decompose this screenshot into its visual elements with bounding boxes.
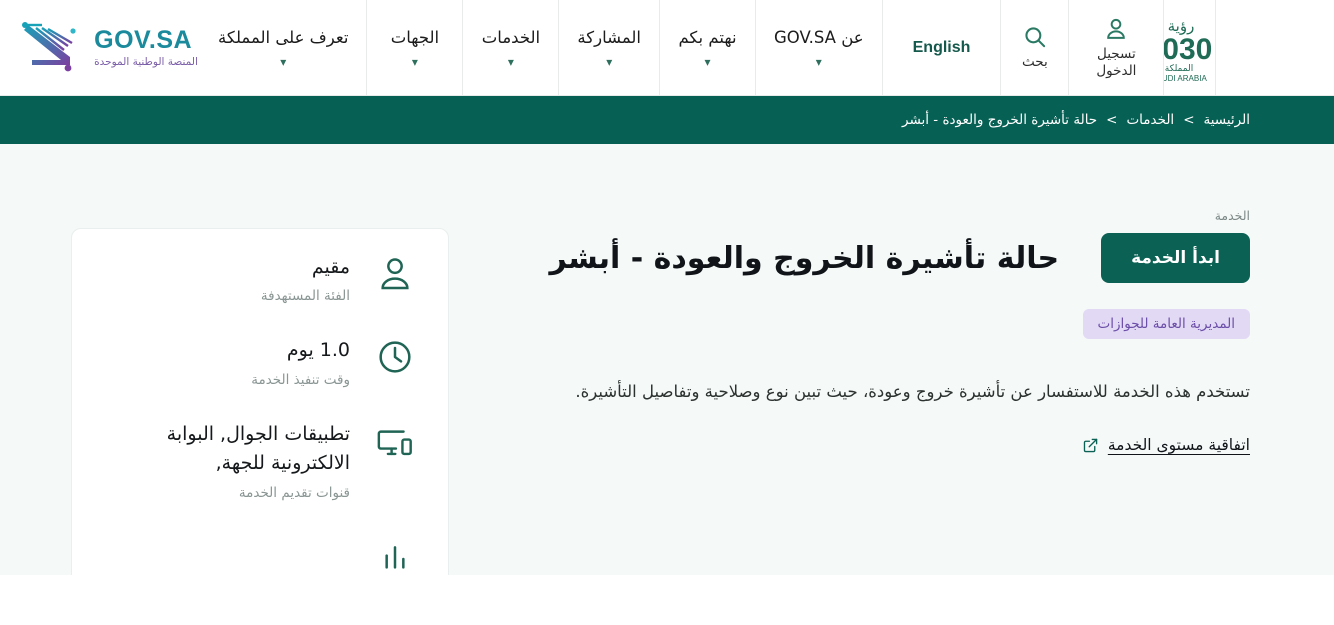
info-row-target-audience: مقيم الفئة المستهدفة — [102, 251, 418, 304]
service-detail: الخدمة ابدأ الخدمة حالة تأشيرة الخروج وا… — [550, 208, 1250, 454]
sla-row[interactable]: اتفاقية مستوى الخدمة — [560, 436, 1250, 454]
user-icon — [1107, 18, 1126, 39]
svg-text:المملكة: المملكة — [1165, 64, 1193, 74]
page-title: حالة تأشيرة الخروج والعودة - أبشر — [549, 240, 1060, 276]
agency-badge-row: المديرية العامة للجوازات — [560, 309, 1250, 339]
info-text: مقيم الفئة المستهدفة — [102, 251, 350, 304]
info-text: 1.0 يوم وقت تنفيذ الخدمة — [102, 334, 350, 387]
breadcrumb-separator: > — [1183, 112, 1195, 128]
breadcrumb-separator: > — [1106, 112, 1118, 128]
chevron-down-icon: ▾ — [606, 54, 613, 69]
service-eyebrow: الخدمة — [1214, 208, 1250, 223]
info-label: الفئة المستهدفة — [260, 288, 350, 305]
sla-link[interactable]: اتفاقية مستوى الخدمة — [1108, 436, 1250, 454]
login-label: تسجيل الدخول — [1096, 45, 1137, 79]
login-button[interactable]: تسجيل الدخول — [1069, 0, 1165, 95]
info-row-partial — [102, 531, 418, 577]
info-value: 1.0 يوم — [286, 339, 350, 362]
chevron-down-icon: ▾ — [704, 54, 711, 69]
nav-item-we-care[interactable]: نهتم بكم ▾ — [660, 0, 756, 95]
devices-icon — [372, 418, 418, 464]
site-header: GOV.SA المنصة الوطنية الموحدة تعرف على ا… — [0, 0, 1334, 96]
search-icon — [1025, 27, 1046, 48]
nav-label: عن GOV.SA — [774, 27, 864, 47]
service-info-card: مقيم الفئة المستهدفة 1.0 يوم وقت تنفيذ ا… — [71, 228, 449, 625]
vision-2030-icon: رؤية 2030 المملكة SAUDI ARABIA — [1164, 17, 1212, 83]
main-section: الخدمة ابدأ الخدمة حالة تأشيرة الخروج وا… — [0, 144, 1334, 625]
info-value: مقيم — [311, 256, 350, 278]
breadcrumb-bar: الرئيسية > الخدمات > حالة تأشيرة الخروج … — [0, 96, 1334, 144]
search-button[interactable]: بحث — [1001, 0, 1070, 95]
user-icon — [372, 251, 418, 297]
breadcrumb-item-current: حالة تأشيرة الخروج والعودة - أبشر — [902, 112, 1098, 128]
chevron-down-icon: ▾ — [280, 54, 287, 69]
nav-label: الجهات — [390, 27, 440, 47]
search-label: بحث — [1022, 54, 1048, 71]
nav-label: المشاركة — [577, 27, 641, 47]
service-title-row: ابدأ الخدمة حالة تأشيرة الخروج والعودة -… — [550, 233, 1250, 283]
govsa-logo[interactable]: GOV.SA المنصة الوطنية الموحدة — [0, 0, 200, 95]
chevron-down-icon: ▾ — [411, 54, 418, 69]
language-switch-label: English — [912, 38, 971, 56]
govsa-palm-icon — [22, 21, 76, 71]
chevron-down-icon: ▾ — [815, 54, 822, 69]
start-service-button[interactable]: ابدأ الخدمة — [1101, 233, 1250, 283]
info-label: قنوات تقديم الخدمة — [238, 484, 350, 501]
svg-text:SAUDI ARABIA: SAUDI ARABIA — [1164, 74, 1207, 83]
nav-item-participation[interactable]: المشاركة ▾ — [559, 0, 660, 95]
info-row-execution-time: 1.0 يوم وقت تنفيذ الخدمة — [102, 334, 418, 388]
nav-item-about-govsa[interactable]: عن GOV.SA ▾ — [756, 0, 883, 95]
status-badge: المديرية العامة للجوازات — [1082, 309, 1250, 339]
clock-icon — [372, 334, 418, 380]
page-bottom-section — [0, 575, 1334, 625]
nav-item-services[interactable]: الخدمات ▾ — [463, 0, 560, 95]
nav-label: نهتم بكم — [678, 27, 737, 47]
chart-icon — [372, 531, 418, 577]
chevron-down-icon: ▾ — [507, 54, 514, 69]
service-description: تستخدم هذه الخدمة للاستفسار عن تأشيرة خر… — [575, 382, 1250, 401]
info-label: وقت تنفيذ الخدمة — [251, 371, 350, 388]
info-row-delivery-channels: تطبيقات الجوال, البوابة الالكترونية للجه… — [102, 418, 418, 501]
govsa-wordmark-text: GOV.SA — [94, 25, 193, 54]
svg-text:2030: 2030 — [1164, 33, 1212, 66]
nav-label: الخدمات — [481, 27, 541, 47]
language-switch-english[interactable]: English — [883, 0, 1002, 95]
govsa-wordmark: GOV.SA المنصة الوطنية الموحدة — [94, 25, 198, 68]
vision-2030-logo[interactable]: رؤية 2030 المملكة SAUDI ARABIA — [1164, 0, 1217, 95]
govsa-tagline: المنصة الوطنية الموحدة — [94, 55, 198, 68]
info-text — [102, 531, 350, 533]
external-link-icon — [1082, 437, 1099, 454]
breadcrumb: الرئيسية > الخدمات > حالة تأشيرة الخروج … — [902, 112, 1250, 128]
info-text: تطبيقات الجوال, البوابة الالكترونية للجه… — [102, 418, 350, 501]
nav-label: تعرف على المملكة — [218, 27, 349, 47]
nav-item-entities[interactable]: الجهات ▾ — [367, 0, 464, 95]
breadcrumb-item-home[interactable]: الرئيسية — [1204, 112, 1251, 128]
info-value: تطبيقات الجوال, البوابة الالكترونية للجه… — [166, 422, 350, 475]
nav-item-about-kingdom[interactable]: تعرف على المملكة ▾ — [200, 0, 368, 95]
breadcrumb-item-services[interactable]: الخدمات — [1126, 112, 1174, 128]
